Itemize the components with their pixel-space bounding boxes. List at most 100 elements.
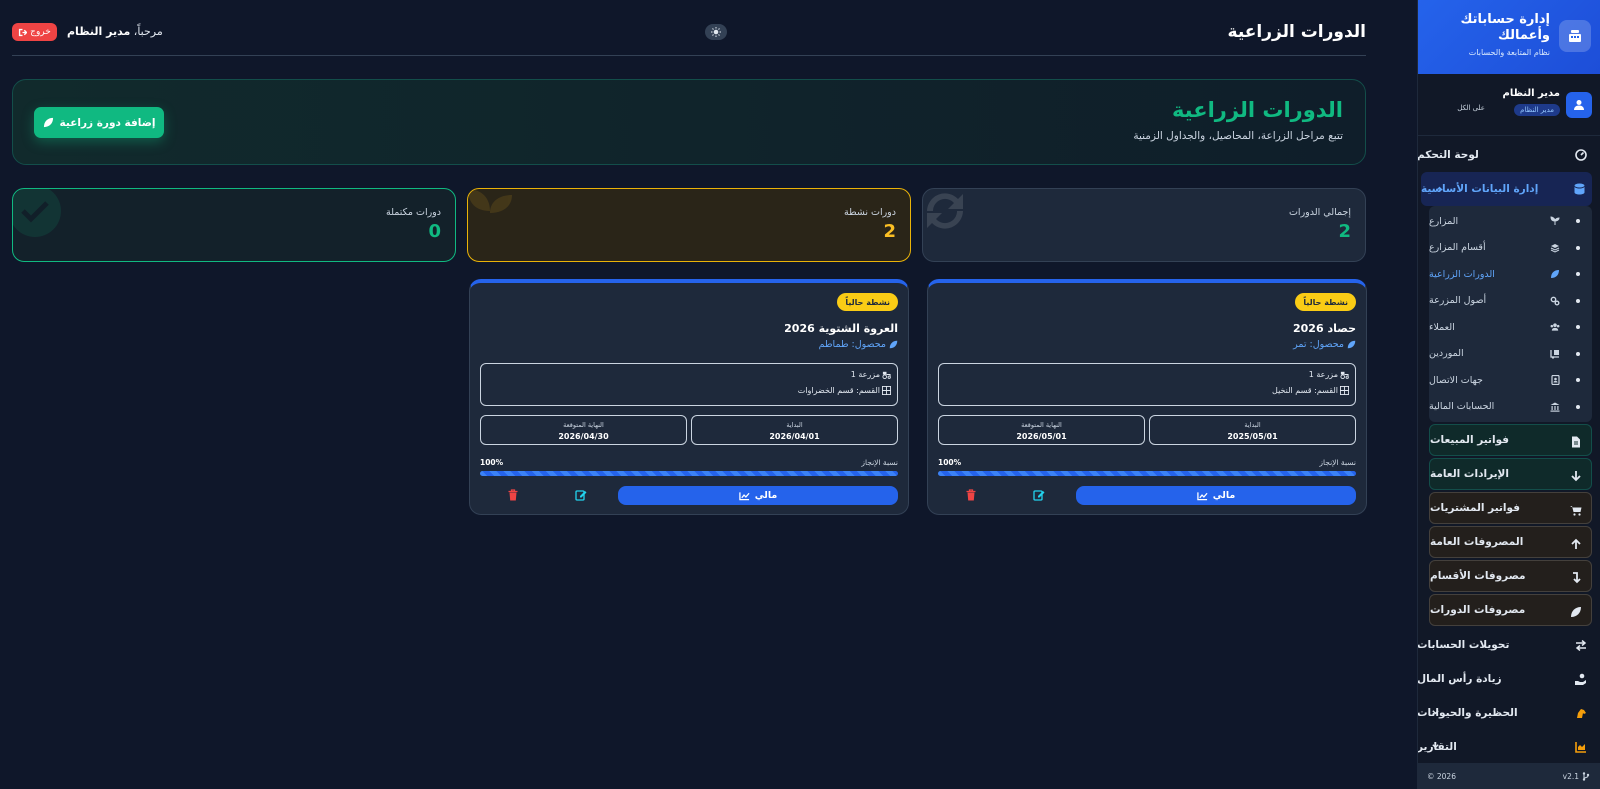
seedling-icon (468, 189, 512, 237)
nav-customers-label: العملاء (1429, 321, 1455, 333)
nav-section-expenses[interactable]: مصروفات الأقسام (1429, 560, 1592, 592)
nav-accounts[interactable]: الحسابات المالية (1429, 394, 1592, 421)
cycle-crop: محصول: طماطم (819, 339, 898, 350)
stat-value: 2 (883, 221, 896, 242)
nav-capital-increase[interactable]: زيادة رأس المال (1417, 662, 1600, 696)
finance-label: مالي (754, 490, 778, 501)
nav-contacts[interactable]: جهات الاتصال (1429, 367, 1592, 394)
cycle-section: القسم: قسم النخيل (1272, 386, 1349, 395)
progress-fill (480, 471, 898, 476)
nav-capital-increase-label: زيادة رأس المال (1417, 673, 1502, 685)
scope-label: على الكل (1457, 104, 1485, 112)
top-bar: الدورات الزراعية مرحباً، مدير النظام خرو… (12, 14, 1366, 56)
nav-general-revenues[interactable]: الإيرادات العامة (1429, 458, 1592, 490)
cycle-section-label: القسم: قسم النخيل (1272, 386, 1338, 395)
nav-master-data[interactable]: إدارة البيانات الأساسية (1421, 172, 1592, 206)
stat-value: 0 (428, 221, 441, 242)
tractor-icon (1340, 371, 1349, 379)
leaf-icon (889, 340, 898, 349)
grid-icon (882, 386, 891, 395)
nav-cycles[interactable]: الدورات الزراعية (1429, 261, 1592, 288)
leaf-icon (1347, 340, 1356, 349)
nav-contacts-label: جهات الاتصال (1429, 374, 1483, 386)
nav-general-expenses-label: المصروفات العامة (1430, 536, 1524, 548)
start-date-value: 2026/04/01 (769, 432, 820, 441)
add-cycle-button[interactable]: إضافة دورة زراعية (34, 107, 164, 138)
cycle-name: العروة الشتوية 2026 (784, 322, 898, 335)
nav-reports[interactable]: التقارير (1418, 730, 1600, 764)
trash-icon[interactable] (507, 489, 519, 501)
progress-bar (480, 471, 898, 476)
hero-subtitle: تتبع مراحل الزراعة، المحاصيل، والجداول ا… (1133, 130, 1343, 142)
nav-purchase-invoices[interactable]: فواتير المشتريات (1429, 492, 1592, 524)
leaf-icon (1550, 269, 1560, 279)
bullet-icon (1576, 272, 1580, 276)
stat-label: دورات مكتملة (386, 207, 441, 218)
chart-line-icon (738, 491, 750, 500)
sync-icon (927, 193, 963, 229)
start-date-label: البداية (786, 421, 803, 429)
welcome-text: مرحباً، مدير النظام (67, 25, 163, 38)
cycle-crop-label: محصول: تمر (1293, 339, 1344, 350)
exchange-icon (1574, 638, 1588, 652)
nav-dashboard[interactable]: لوحة التحكم (1417, 138, 1600, 172)
cycle-location-box: مزرعة 1 القسم: قسم النخيل (938, 363, 1356, 406)
theme-toggle-button[interactable] (705, 24, 727, 40)
finance-button[interactable]: مالي (1076, 486, 1356, 505)
trash-icon[interactable] (965, 489, 977, 501)
bullet-icon (1576, 219, 1580, 223)
truck-loading-icon (1550, 349, 1560, 359)
nav-suppliers[interactable]: الموردين (1429, 341, 1592, 368)
nav-livestock[interactable]: الحظيرة والحيوانات (1418, 696, 1600, 730)
version-label: v2.1 (1562, 771, 1579, 781)
cash-register-icon (1559, 20, 1591, 52)
nav-cycle-expenses[interactable]: مصروفات الدورات (1429, 594, 1592, 626)
gauge-icon (1574, 148, 1588, 162)
nav-cycles-label: الدورات الزراعية (1429, 268, 1495, 280)
cycle-farm-label: مزرعة 1 (850, 370, 880, 379)
nav-general-expenses[interactable]: المصروفات العامة (1429, 526, 1592, 558)
app-subtitle: نظام المتابعة والحسابات (1468, 48, 1550, 57)
edit-icon[interactable] (575, 489, 587, 501)
nav-cycle-expenses-label: مصروفات الدورات (1430, 604, 1526, 616)
progress-fill (938, 471, 1356, 476)
nav-suppliers-label: الموردين (1429, 348, 1464, 360)
leaf-icon (1569, 605, 1583, 619)
nav-transfers[interactable]: تحويلات الحسابات (1418, 628, 1600, 662)
bullet-icon (1576, 351, 1580, 356)
nav-dashboard-label: لوحة التحكم (1417, 149, 1479, 161)
progress-value: 100% (480, 458, 504, 467)
end-date-label: النهاية المتوقعة (1021, 421, 1062, 429)
cycle-location-box: مزرعة 1 القسم: قسم الخضراوات (480, 363, 898, 406)
stat-total-cycles: إجمالي الدورات 2 (922, 188, 1366, 262)
bullet-icon (1576, 378, 1580, 382)
hand-holding-dollar-icon (1574, 672, 1588, 686)
logout-button[interactable]: خروج (12, 23, 57, 41)
stat-active-cycles: دورات نشطة 2 (467, 188, 911, 262)
finance-label: مالي (1212, 490, 1236, 501)
layers-icon (1550, 243, 1560, 253)
header-user-name: مدير النظام (67, 25, 131, 38)
edit-icon[interactable] (1033, 489, 1045, 501)
horse-icon (1574, 706, 1588, 720)
nav-customers[interactable]: العملاء (1429, 314, 1592, 341)
nav-farms[interactable]: المزارع (1429, 208, 1592, 235)
arrow-up-icon (1569, 537, 1583, 551)
finance-button[interactable]: مالي (618, 486, 898, 505)
code-branch-icon (1582, 771, 1590, 781)
user-panel: مدير النظام مدير النظام على الكل (1418, 80, 1600, 136)
nav-farm-sections[interactable]: أقسام المزارع (1429, 235, 1592, 262)
progress-value: 100% (938, 458, 962, 467)
hero-banner: الدورات الزراعية تتبع مراحل الزراعة، الم… (12, 79, 1366, 165)
arrow-down-icon (1569, 469, 1583, 483)
nav-sales-invoices[interactable]: فواتير المبيعات (1429, 424, 1592, 456)
users-icon (1550, 322, 1560, 332)
nav-general-revenues-label: الإيرادات العامة (1430, 468, 1509, 480)
stat-value: 2 (1338, 221, 1351, 242)
sidebar-header: إدارة حساباتك وأعمالك نظام المتابعة والح… (1418, 0, 1600, 74)
nav-farm-assets[interactable]: أصول المزرعة (1429, 288, 1592, 315)
database-icon (1572, 182, 1586, 196)
app-title: إدارة حساباتك وأعمالك (1460, 12, 1551, 43)
nav-sales-invoices-label: فواتير المبيعات (1430, 434, 1510, 446)
cycle-start-date: البداية 2025/05/01 (1149, 415, 1356, 445)
